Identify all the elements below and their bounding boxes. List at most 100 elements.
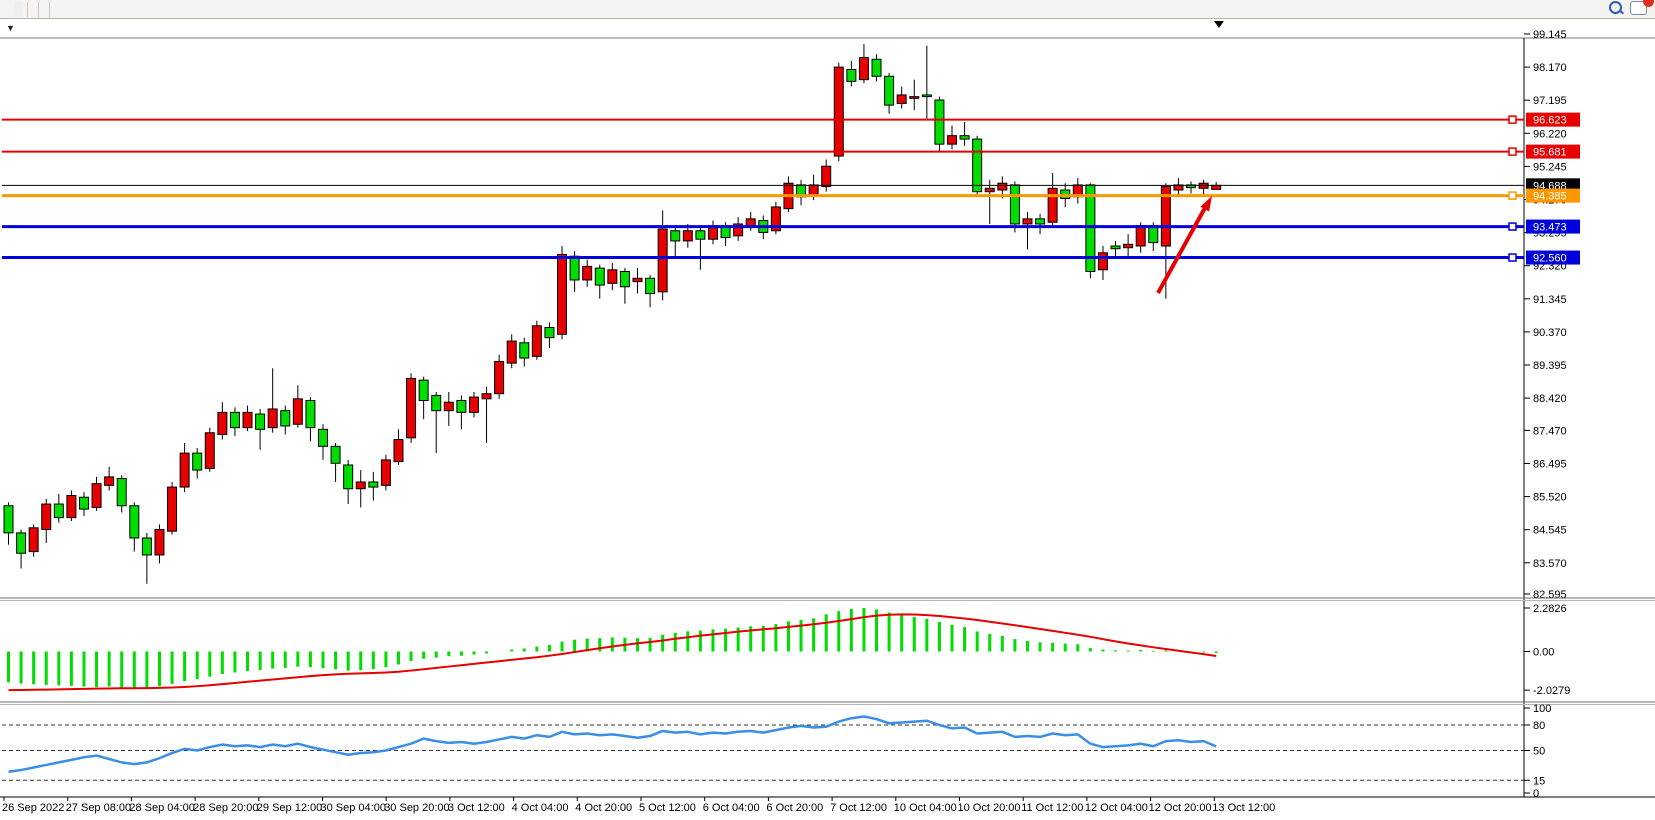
- symbol-dropdown-icon[interactable]: ▼: [6, 23, 15, 33]
- chat-badge: [1643, 0, 1654, 7]
- time-tick-label: 5 Oct 12:00: [639, 802, 696, 814]
- candle: [457, 400, 466, 412]
- support-line-92560-tag-label: 92.560: [1533, 253, 1567, 265]
- price-tick-label: 97.195: [1533, 95, 1567, 107]
- candle: [268, 409, 277, 428]
- candle: [142, 538, 151, 555]
- macd-panel: 2.28260.00-2.0279: [9, 603, 1571, 697]
- candle: [960, 136, 969, 139]
- time-tick-label: 12 Oct 04:00: [1085, 802, 1148, 814]
- main-toolbar: [0, 0, 1655, 19]
- candle: [885, 76, 894, 105]
- candle: [1124, 244, 1133, 247]
- support-line-92560-handle[interactable]: [1509, 254, 1516, 261]
- chat-icon[interactable]: [1630, 1, 1647, 18]
- candle: [658, 229, 667, 292]
- support-line-93473-handle[interactable]: [1509, 223, 1516, 230]
- rsi-axis-label: 15: [1533, 775, 1545, 787]
- time-tick-label: 27 Sep 08:00: [66, 802, 131, 814]
- rsi-panel: 1008050150: [2, 703, 1551, 800]
- price-tick-label: 91.345: [1533, 294, 1567, 306]
- price-tick-label: 87.470: [1533, 425, 1567, 437]
- candle: [180, 453, 189, 487]
- candle: [520, 343, 529, 358]
- support-line-94385-tag-label: 94.385: [1533, 191, 1567, 203]
- resistance-line-96623-handle[interactable]: [1509, 116, 1516, 123]
- candle: [558, 255, 567, 335]
- resistance-line-95681-handle[interactable]: [1509, 148, 1516, 155]
- candle: [583, 266, 592, 280]
- chart-shift-marker-icon[interactable]: [1214, 21, 1224, 28]
- candle: [998, 183, 1007, 190]
- search-icon[interactable]: [1609, 1, 1622, 17]
- new-order-button[interactable]: [2, 1, 10, 17]
- candle: [130, 506, 139, 538]
- candle: [444, 402, 453, 410]
- macd-signal-line: [9, 614, 1217, 690]
- time-tick-label: 29 Sep 12:00: [257, 802, 322, 814]
- candle: [17, 533, 26, 553]
- candle: [419, 380, 428, 400]
- candle: [872, 59, 881, 76]
- time-tick-label: 7 Oct 12:00: [830, 802, 887, 814]
- candle: [243, 412, 252, 427]
- price-tick-label: 88.420: [1533, 393, 1567, 405]
- price-tick-label: 82.595: [1533, 589, 1567, 601]
- candle: [495, 361, 504, 393]
- candle: [1010, 185, 1019, 224]
- candle: [545, 327, 554, 337]
- candle: [935, 100, 944, 144]
- time-tick-label: 4 Oct 04:00: [512, 802, 569, 814]
- candle: [293, 399, 302, 424]
- candle: [394, 440, 403, 462]
- candlestick-series: [4, 44, 1221, 584]
- candle: [331, 446, 340, 463]
- time-tick-label: 11 Oct 12:00: [1021, 802, 1083, 814]
- time-tick-label: 10 Oct 20:00: [958, 802, 1021, 814]
- candle: [1136, 226, 1145, 246]
- candle: [117, 479, 126, 506]
- candle: [683, 231, 692, 241]
- candle: [193, 453, 202, 470]
- candle: [671, 231, 680, 241]
- candle: [897, 95, 906, 103]
- candle: [532, 326, 541, 357]
- support-line-94385-handle[interactable]: [1509, 192, 1516, 199]
- candle: [570, 256, 579, 280]
- candle: [822, 166, 831, 186]
- candle: [281, 411, 290, 426]
- chart-title-bar: ▼: [6, 23, 20, 33]
- price-tick-label: 90.370: [1533, 327, 1567, 339]
- candle: [482, 394, 491, 399]
- candle: [407, 378, 416, 437]
- candle: [42, 504, 51, 529]
- toolbar-separator: [49, 2, 50, 17]
- time-tick-label: 28 Sep 04:00: [129, 802, 194, 814]
- candle: [319, 429, 328, 446]
- candle: [1111, 246, 1120, 249]
- rsi-axis-label: 50: [1533, 746, 1545, 758]
- time-tick-label: 13 Oct 12:00: [1212, 802, 1275, 814]
- time-tick-label: 12 Oct 20:00: [1149, 802, 1212, 814]
- candle: [256, 414, 265, 429]
- macd-axis-label: -2.0279: [1533, 685, 1570, 697]
- candle: [1023, 219, 1032, 224]
- price-tick-label: 96.220: [1533, 128, 1567, 140]
- candle: [356, 482, 365, 489]
- time-tick-label: 4 Oct 20:00: [575, 802, 632, 814]
- candle: [608, 270, 617, 284]
- autotrade-button[interactable]: [14, 1, 22, 17]
- candle: [696, 231, 705, 239]
- price-tick-label: 86.495: [1533, 458, 1567, 470]
- candle: [834, 67, 843, 156]
- candle: [985, 188, 994, 191]
- price-tick-label: 95.245: [1533, 161, 1567, 173]
- candle: [218, 412, 227, 434]
- price-tick-label: 89.395: [1533, 360, 1567, 372]
- chart-canvas[interactable]: 99.14598.17097.19596.22095.24594.27093.2…: [0, 19, 1655, 820]
- candle: [54, 504, 63, 518]
- candle: [4, 506, 13, 533]
- candle: [721, 227, 730, 237]
- resistance-line-96623-tag-label: 96.623: [1533, 115, 1567, 127]
- time-tick-label: 30 Sep 04:00: [321, 802, 386, 814]
